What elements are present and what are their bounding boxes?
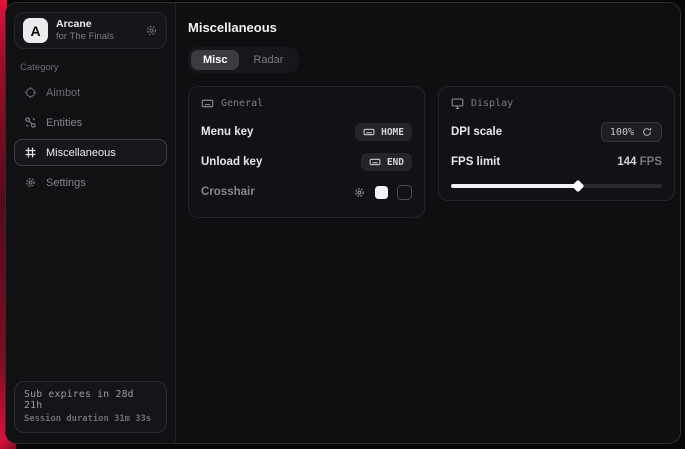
tab-group: Misc Radar <box>188 47 298 73</box>
tab-radar[interactable]: Radar <box>241 50 295 70</box>
subscription-status-box: Sub expires in 28d 21h Session duration … <box>14 381 167 433</box>
nodes-icon <box>24 116 37 129</box>
crosshair-label: Crosshair <box>201 186 255 198</box>
crosshair-row: Crosshair <box>201 179 412 205</box>
fps-slider-thumb[interactable] <box>571 180 584 193</box>
gear-icon[interactable] <box>145 24 158 37</box>
sidebar-item-label: Settings <box>46 177 86 189</box>
sidebar-item-aimbot[interactable]: Aimbot <box>14 79 167 106</box>
sidebar-item-label: Entities <box>46 117 82 129</box>
session-duration-text: Session duration 31m 33s <box>24 414 157 424</box>
tab-misc[interactable]: Misc <box>191 50 239 70</box>
refresh-icon[interactable] <box>641 126 653 138</box>
keyboard-icon <box>363 126 375 138</box>
brand-subtitle: for The Finals <box>56 31 114 43</box>
brand-card: A Arcane for The Finals <box>14 12 167 49</box>
dpi-scale-row: DPI scale 100% <box>451 119 662 145</box>
keyboard-icon <box>201 97 214 110</box>
main-panel: Miscellaneous Misc Radar General Menu ke… <box>176 3 681 443</box>
sidebar-item-label: Aimbot <box>46 87 80 99</box>
menu-key-value: HOME <box>381 127 404 138</box>
fps-slider-fill <box>451 184 578 188</box>
fps-slider[interactable] <box>451 184 662 188</box>
unload-key-button[interactable]: END <box>361 153 412 171</box>
dpi-scale-label: DPI scale <box>451 126 502 138</box>
keyboard-icon <box>369 156 381 168</box>
general-card: General Menu key HOME Unload key <box>188 86 425 218</box>
crosshair-icon <box>24 86 37 99</box>
menu-key-label: Menu key <box>201 126 253 138</box>
crosshair-checkbox[interactable] <box>397 185 412 200</box>
fps-limit-value: 144 <box>617 156 636 168</box>
app-window: A Arcane for The Finals Category Aimbot <box>5 2 681 444</box>
dpi-scale-control[interactable]: 100% <box>601 122 662 142</box>
fps-limit-row: FPS limit 144 FPS <box>451 149 662 175</box>
sidebar-item-settings[interactable]: Settings <box>14 169 167 196</box>
sidebar-item-label: Miscellaneous <box>46 147 116 159</box>
menu-key-row: Menu key HOME <box>201 119 412 145</box>
gear-icon <box>24 176 37 189</box>
sidebar: A Arcane for The Finals Category Aimbot <box>6 3 176 443</box>
general-card-title: General <box>221 98 263 109</box>
unload-key-value: END <box>387 157 404 168</box>
display-card: Display DPI scale 100% FPS limit <box>438 86 675 201</box>
unload-key-label: Unload key <box>201 156 262 168</box>
dpi-scale-value: 100% <box>610 127 634 138</box>
arcane-logo: A <box>23 18 48 43</box>
menu-key-button[interactable]: HOME <box>355 123 412 141</box>
category-label: Category <box>20 62 161 73</box>
crosshair-settings-button[interactable] <box>353 186 366 199</box>
fps-unit: FPS <box>640 156 662 168</box>
monitor-icon <box>451 97 464 110</box>
unload-key-row: Unload key END <box>201 149 412 175</box>
sidebar-nav: Aimbot Entities Miscellaneous <box>14 79 167 196</box>
crosshair-color-swatch[interactable] <box>375 186 388 199</box>
fps-limit-label: FPS limit <box>451 156 500 168</box>
grid-icon <box>24 146 37 159</box>
sidebar-item-miscellaneous[interactable]: Miscellaneous <box>14 139 167 166</box>
brand-title: Arcane <box>56 18 114 31</box>
sidebar-item-entities[interactable]: Entities <box>14 109 167 136</box>
sub-expiry-text: Sub expires in 28d 21h <box>24 389 157 411</box>
display-card-title: Display <box>471 98 513 109</box>
page-title: Miscellaneous <box>188 20 675 35</box>
